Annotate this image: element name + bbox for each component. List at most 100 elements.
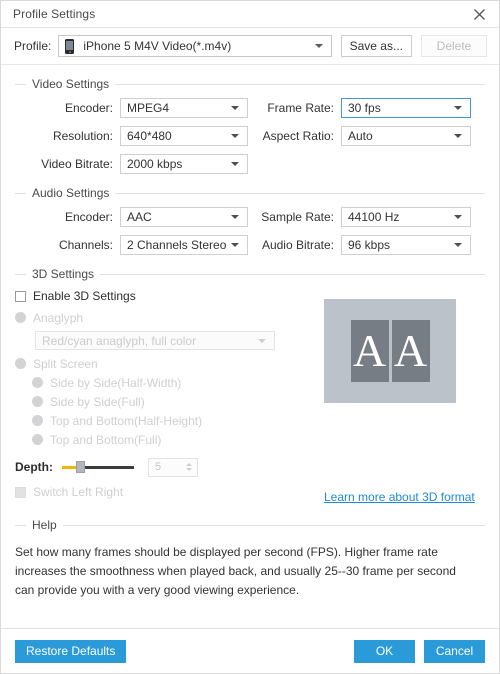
enable-3d-checkbox[interactable] bbox=[15, 290, 26, 302]
depth-slider[interactable] bbox=[62, 460, 134, 474]
depth-label: Depth: bbox=[15, 460, 53, 474]
close-icon[interactable] bbox=[468, 3, 490, 25]
anaglyph-radio-row: Anaglyph bbox=[15, 308, 315, 327]
close-icon-glyph bbox=[473, 8, 485, 20]
group-rule-right bbox=[100, 273, 485, 275]
channels-label: Channels: bbox=[58, 238, 113, 252]
video-encoder-dropdown[interactable]: MPEG4 bbox=[120, 98, 248, 118]
channels-value: 2 Channels Stereo bbox=[127, 238, 227, 252]
channels-field: Channels: 2 Channels Stereo bbox=[15, 235, 248, 255]
profile-selected-value: iPhone 5 M4V Video(*.m4v) bbox=[83, 39, 232, 53]
chevron-down-icon bbox=[454, 106, 462, 110]
depth-row: Depth: 5 bbox=[15, 456, 315, 478]
enable-3d-label: Enable 3D Settings bbox=[33, 289, 136, 303]
video-bitrate-field: Video Bitrate: 2000 kbps bbox=[15, 154, 248, 174]
aspect-ratio-dropdown[interactable]: Auto bbox=[341, 126, 471, 146]
audio-bitrate-field: Audio Bitrate: 96 kbps bbox=[248, 235, 471, 255]
preview-pane-left: A bbox=[350, 320, 389, 382]
profile-dropdown[interactable]: iPhone 5 M4V Video(*.m4v) bbox=[58, 35, 332, 57]
side-by-side-half-radio bbox=[32, 377, 43, 388]
top-bottom-full-radio bbox=[32, 434, 43, 445]
audio-encoder-dropdown[interactable]: AAC bbox=[120, 207, 248, 227]
restore-defaults-button[interactable]: Restore Defaults bbox=[15, 639, 127, 663]
channels-dropdown[interactable]: 2 Channels Stereo bbox=[120, 235, 248, 255]
video-settings-fields: Encoder: MPEG4 Frame Rate: 30 fps Resolu… bbox=[15, 98, 485, 174]
sample-rate-field: Sample Rate: 44100 Hz bbox=[248, 207, 471, 227]
three-d-settings-title: 3D Settings bbox=[15, 267, 485, 281]
audio-row-1: Encoder: AAC Sample Rate: 44100 Hz bbox=[15, 207, 485, 227]
chevron-down-icon bbox=[231, 106, 239, 110]
three-d-settings-group: 3D Settings Enable 3D Settings Anaglyph … bbox=[15, 267, 485, 504]
video-bitrate-value: 2000 kbps bbox=[127, 157, 183, 171]
audio-settings-fields: Encoder: AAC Sample Rate: 44100 Hz Chann… bbox=[15, 207, 485, 255]
resolution-label: Resolution: bbox=[52, 129, 113, 143]
switch-left-right-label: Switch Left Right bbox=[33, 485, 124, 499]
video-bitrate-label: Video Bitrate: bbox=[41, 157, 113, 171]
split-option-row: Side by Side(Full) bbox=[15, 392, 315, 411]
audio-settings-title: Audio Settings bbox=[15, 186, 485, 200]
stepper-up-icon bbox=[186, 463, 192, 466]
stepper-down-icon bbox=[186, 468, 192, 471]
ok-button[interactable]: OK bbox=[354, 639, 415, 663]
resolution-value: 640*480 bbox=[127, 129, 172, 143]
side-by-side-full-label: Side by Side(Full) bbox=[50, 394, 145, 409]
video-row-1: Encoder: MPEG4 Frame Rate: 30 fps bbox=[15, 98, 485, 118]
split-option-row: Top and Bottom(Full) bbox=[15, 430, 315, 449]
aspect-ratio-field: Aspect Ratio: Auto bbox=[248, 126, 471, 146]
phone-icon bbox=[65, 38, 75, 54]
learn-more-link[interactable]: Learn more about 3D format bbox=[324, 490, 475, 504]
frame-rate-dropdown[interactable]: 30 fps bbox=[341, 98, 471, 118]
side-by-side-full-radio bbox=[32, 396, 43, 407]
slider-thumb[interactable] bbox=[76, 461, 85, 473]
video-settings-group: Video Settings Encoder: MPEG4 Frame Rate… bbox=[15, 77, 485, 174]
help-title: Help bbox=[15, 518, 485, 532]
split-screen-radio-row: Split Screen bbox=[15, 354, 315, 373]
three-d-preview-area: A A Learn more about 3D format bbox=[315, 287, 485, 504]
group-rule-right bbox=[62, 524, 485, 526]
sample-rate-label: Sample Rate: bbox=[261, 210, 334, 224]
depth-stepper: 5 bbox=[148, 457, 198, 477]
video-row-2: Resolution: 640*480 Aspect Ratio: Auto bbox=[15, 126, 485, 146]
split-screen-radio bbox=[15, 358, 26, 369]
group-rule-left bbox=[15, 83, 26, 85]
audio-bitrate-dropdown[interactable]: 96 kbps bbox=[341, 235, 471, 255]
delete-button: Delete bbox=[421, 35, 487, 57]
window-title: Profile Settings bbox=[13, 7, 96, 21]
footer-bar: Restore Defaults OK Cancel bbox=[1, 628, 499, 673]
frame-rate-field: Frame Rate: 30 fps bbox=[248, 98, 471, 118]
help-group: Help Set how many frames should be displ… bbox=[15, 518, 485, 600]
resolution-field: Resolution: 640*480 bbox=[15, 126, 248, 146]
titlebar: Profile Settings bbox=[1, 1, 499, 28]
aspect-ratio-label: Aspect Ratio: bbox=[262, 129, 334, 143]
resolution-dropdown[interactable]: 640*480 bbox=[120, 126, 248, 146]
group-rule-left bbox=[15, 192, 26, 194]
sample-rate-value: 44100 Hz bbox=[348, 210, 400, 224]
audio-row-2: Channels: 2 Channels Stereo Audio Bitrat… bbox=[15, 235, 485, 255]
depth-value: 5 bbox=[155, 461, 162, 473]
anaglyph-radio bbox=[15, 312, 26, 323]
enable-3d-checkbox-row[interactable]: Enable 3D Settings bbox=[15, 287, 315, 305]
group-rule-right bbox=[115, 192, 485, 194]
chevron-down-icon bbox=[231, 243, 239, 247]
video-settings-title-text: Video Settings bbox=[32, 77, 110, 91]
group-rule-right bbox=[115, 83, 485, 85]
top-bottom-full-label: Top and Bottom(Full) bbox=[50, 432, 162, 447]
chevron-down-icon bbox=[231, 134, 239, 138]
video-bitrate-dropdown[interactable]: 2000 kbps bbox=[120, 154, 248, 174]
save-as-button[interactable]: Save as... bbox=[340, 35, 412, 57]
chevron-down-icon bbox=[231, 215, 239, 219]
group-rule-left bbox=[15, 273, 26, 275]
switch-left-right-row: Switch Left Right bbox=[15, 483, 315, 501]
chevron-down-icon bbox=[258, 338, 266, 343]
chevron-down-icon bbox=[454, 215, 462, 219]
side-by-side-half-label: Side by Side(Half-Width) bbox=[50, 375, 182, 390]
help-title-text: Help bbox=[32, 518, 57, 532]
audio-encoder-label: Encoder: bbox=[64, 210, 113, 224]
sample-rate-dropdown[interactable]: 44100 Hz bbox=[341, 207, 471, 227]
three-d-options: Enable 3D Settings Anaglyph Red/cyan ana… bbox=[15, 287, 315, 504]
slider-track bbox=[79, 465, 134, 469]
group-rule-left bbox=[15, 524, 26, 526]
cancel-button[interactable]: Cancel bbox=[424, 639, 485, 663]
video-encoder-value: MPEG4 bbox=[127, 101, 170, 115]
split-option-row: Side by Side(Half-Width) bbox=[15, 373, 315, 392]
